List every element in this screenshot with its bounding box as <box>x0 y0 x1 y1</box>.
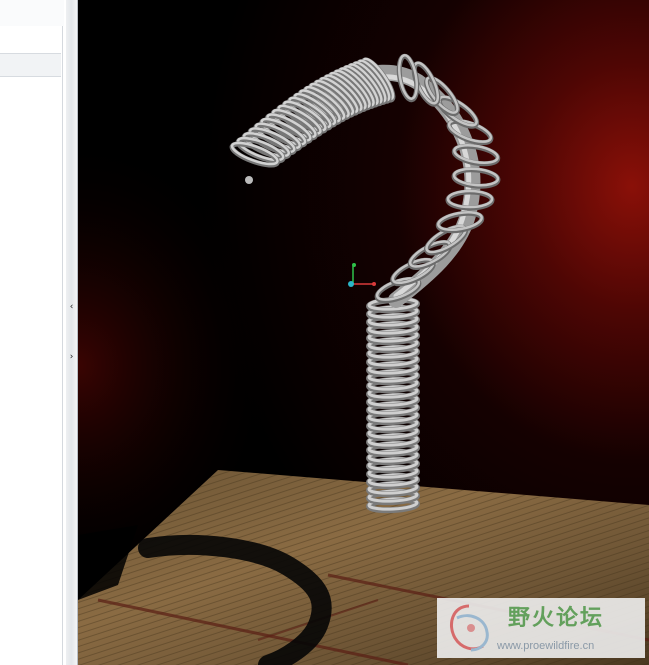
panel-splitter[interactable] <box>66 0 78 665</box>
watermark-url: www.proewildfire.cn <box>497 640 595 652</box>
swirl-logo-icon <box>450 604 489 652</box>
chevron-left-icon[interactable]: ‹ <box>67 297 76 317</box>
graphics-viewport[interactable] <box>78 0 649 665</box>
watermark-title: 野火论坛 <box>508 606 605 631</box>
panel-header <box>0 0 64 26</box>
panel-tab-strip[interactable] <box>0 53 61 77</box>
panel-scroll-divider <box>62 26 63 665</box>
model-tree-panel <box>0 0 67 665</box>
chevron-right-icon[interactable]: › <box>67 347 76 367</box>
